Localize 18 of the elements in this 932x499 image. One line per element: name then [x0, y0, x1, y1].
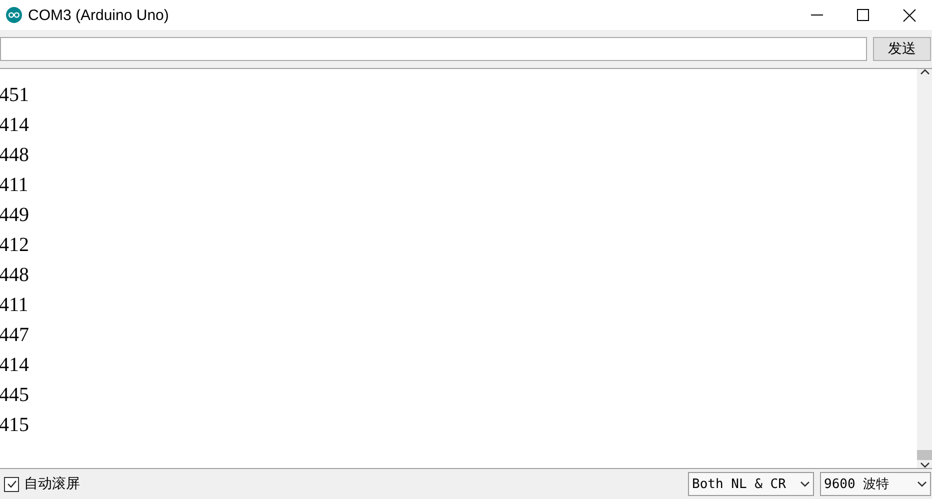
maximize-icon — [857, 9, 869, 21]
app-logo-icon — [6, 7, 22, 23]
minimize-icon — [811, 14, 823, 16]
autoscroll-checkbox[interactable] — [4, 476, 19, 492]
caret-icon — [800, 481, 810, 487]
line-ending-dropdown[interactable]: Both NL & CR — [688, 472, 814, 496]
send-button[interactable]: 发送 — [873, 37, 931, 61]
baud-rate-dropdown[interactable]: 9600 波特 — [820, 472, 931, 496]
scrollbar-thumb[interactable] — [917, 450, 932, 460]
caret-icon — [917, 481, 927, 487]
check-icon — [6, 480, 16, 488]
scroll-down-icon — [920, 462, 930, 468]
scroll-up-icon — [920, 69, 930, 75]
message-input-field[interactable] — [0, 37, 867, 61]
window-title: COM3 (Arduino Uno) — [28, 6, 170, 24]
scrollbar[interactable] — [917, 69, 932, 468]
close-icon — [902, 8, 916, 22]
autoscroll-label: 自动滚屏 — [24, 475, 81, 493]
